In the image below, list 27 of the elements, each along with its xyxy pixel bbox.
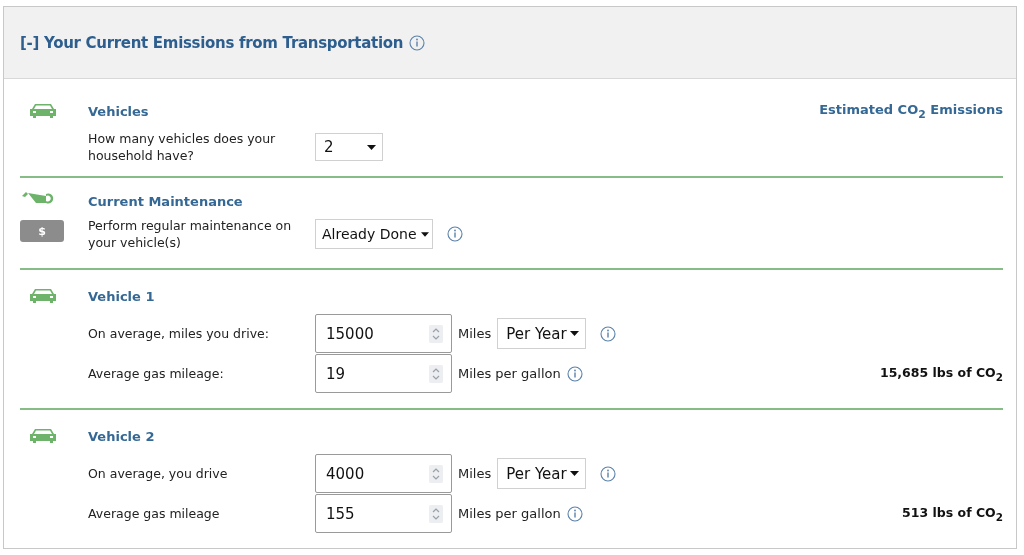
vehicle-count-select[interactable]: 2 xyxy=(315,133,383,161)
panel-title[interactable]: [-] Your Current Emissions from Transportation xyxy=(20,33,404,52)
maintenance-select[interactable]: Already Done xyxy=(315,219,433,249)
question-label: How many vehicles does your household have? xyxy=(88,130,277,164)
emissions-result: 513 lbs of CO$_{2}$ xyxy=(902,504,1003,523)
unit-label: Miles per gallon xyxy=(458,366,561,381)
section-title: Vehicle 2 xyxy=(88,428,155,444)
unit-label: Miles xyxy=(458,466,492,481)
field-label: On average, miles you drive: xyxy=(88,325,270,342)
period-select[interactable]: Per Year xyxy=(497,458,587,489)
field-label: Average gas mileage xyxy=(88,505,221,522)
section-title: Current Maintenance xyxy=(88,193,243,209)
number-input[interactable]: 19 xyxy=(315,354,452,393)
number-input[interactable]: 4000 xyxy=(315,454,452,493)
section-title: Vehicle 1 xyxy=(88,288,155,304)
field-label: On average, you drive xyxy=(88,465,229,482)
field-label: Average gas mileage: xyxy=(88,365,225,382)
question-label: Perform regular maintenance on your vehicle(s) xyxy=(88,217,293,251)
number-input[interactable]: 15000 xyxy=(315,314,452,353)
period-select[interactable]: Per Year xyxy=(497,318,587,349)
emissions-result: 15,685 lbs of CO$_{2}$ xyxy=(879,364,1003,383)
unit-label: Miles xyxy=(458,326,492,341)
section-title: Vehicles xyxy=(88,103,149,119)
unit-label: Miles per gallon xyxy=(458,506,561,521)
number-input[interactable]: 155 xyxy=(315,494,452,533)
dollar-badge: $ xyxy=(20,220,64,242)
column-heading: Estimated CO$_{2}$ Emissions xyxy=(819,101,1003,121)
